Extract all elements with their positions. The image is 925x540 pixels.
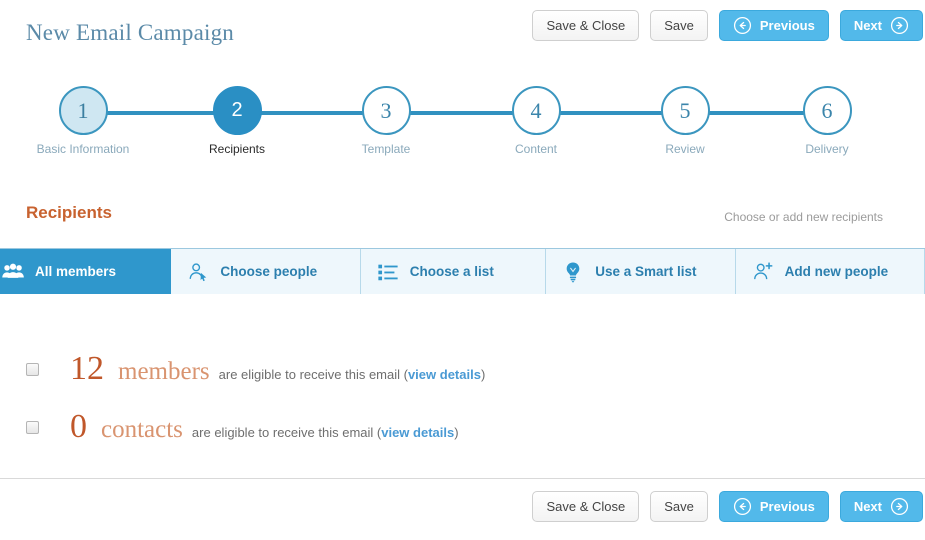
recipient-row: 0 contacts are eligible to receive this em… <box>0 398 925 456</box>
save-close-button-label: Save & Close <box>546 499 626 514</box>
arrow-right-circle-icon <box>890 16 909 35</box>
recipient-eligibility-text: are eligible to receive this email (view… <box>219 367 486 382</box>
tab-use-a-smart-list[interactable]: Use a Smart list <box>546 249 736 294</box>
tab-choose-people-label: Choose people <box>220 264 318 279</box>
arrow-left-circle-icon <box>733 16 752 35</box>
recipient-eligibility-suffix: ) <box>480 367 486 382</box>
tab-choose-people[interactable]: Choose people <box>171 249 361 294</box>
page-header: New Email Campaign Save & Close Save Previ… <box>0 0 925 62</box>
header-button-bar: Save & Close Save Previous Next <box>532 10 923 41</box>
section-title: Recipients <box>26 203 112 222</box>
recipient-kind: members <box>118 358 210 385</box>
stepper-step-2-label: Recipients <box>208 142 266 156</box>
recipient-summary-list: 12 members are eligible to receive this em… <box>0 340 925 456</box>
save-button[interactable]: Save <box>650 10 708 41</box>
tab-choose-a-list[interactable]: Choose a list <box>360 249 547 294</box>
footer-button-bar: Save & Close Save Previous Next <box>532 491 923 522</box>
stepper-step-6[interactable]: 6 Delivery <box>775 86 879 156</box>
bulleted-list-icon <box>377 261 399 283</box>
tab-add-new-people[interactable]: Add new people <box>735 249 925 294</box>
save-close-button-label: Save & Close <box>546 18 626 33</box>
tab-use-a-smart-list-label: Use a Smart list <box>595 264 697 279</box>
recipient-count: 12 <box>70 350 104 387</box>
previous-button[interactable]: Previous <box>718 491 829 522</box>
campaign-stepper: 1 Basic Information 2 Recipients 3 Template 4 C… <box>0 86 925 166</box>
stepper-step-5-label: Review <box>665 142 705 156</box>
previous-button-label: Previous <box>759 499 815 514</box>
recipient-source-tabs: All members Choose people Choose a list Use… <box>0 248 925 294</box>
stepper-step-3-label: Template <box>361 142 411 156</box>
stepper-step-6-circle: 6 <box>802 86 852 135</box>
stepper-step-4[interactable]: 4 Content <box>484 86 588 156</box>
next-button[interactable]: Next <box>839 10 923 41</box>
stepper-step-4-label: Content <box>514 142 558 156</box>
recipient-kind: contacts <box>101 416 183 443</box>
group-people-icon <box>2 261 24 283</box>
recipient-eligibility-text: are eligible to receive this email (view… <box>192 425 459 440</box>
tab-all-members-label: All members <box>35 264 117 279</box>
stepper-step-4-circle: 4 <box>511 86 561 135</box>
recipient-eligibility-suffix: ) <box>454 425 459 440</box>
previous-button-label: Previous <box>759 18 815 33</box>
view-details-link[interactable]: view details <box>408 367 481 382</box>
person-plus-icon <box>752 261 774 283</box>
section-hint: Choose or add new recipients <box>724 210 883 224</box>
stepper-step-6-label: Delivery <box>805 142 849 156</box>
arrow-left-circle-icon <box>733 497 752 516</box>
save-button-label: Save <box>664 499 694 514</box>
save-close-button[interactable]: Save & Close <box>532 10 640 41</box>
view-details-link[interactable]: view details <box>381 425 454 440</box>
recipient-count: 0 <box>70 408 87 445</box>
save-close-button[interactable]: Save & Close <box>532 491 640 522</box>
next-button[interactable]: Next <box>839 491 923 522</box>
save-button-label: Save <box>664 18 694 33</box>
stepper-step-1-circle: 1 <box>58 86 108 135</box>
recipient-row-text: 12 members are eligible to receive this em… <box>70 352 485 386</box>
recipient-row-checkbox[interactable] <box>26 420 39 434</box>
stepper-step-1[interactable]: 1 Basic Information <box>31 86 135 156</box>
person-cursor-icon <box>187 261 209 283</box>
stepper-step-5-circle: 5 <box>660 86 710 135</box>
footer-divider <box>0 478 925 479</box>
stepper-step-2[interactable]: 2 Recipients <box>185 86 289 156</box>
stepper-step-2-circle: 2 <box>212 86 262 135</box>
tab-add-new-people-label: Add new people <box>784 264 889 279</box>
next-button-label: Next <box>853 499 882 514</box>
recipient-row-checkbox[interactable] <box>26 362 39 376</box>
tab-choose-a-list-label: Choose a list <box>409 264 494 279</box>
page-title: New Email Campaign <box>26 20 234 45</box>
recipient-row-text: 0 contacts are eligible to receive this em… <box>70 410 459 444</box>
lightbulb-icon <box>562 261 584 283</box>
recipient-row: 12 members are eligible to receive this em… <box>0 340 925 398</box>
stepper-step-5[interactable]: 5 Review <box>633 86 737 156</box>
next-button-label: Next <box>853 18 882 33</box>
previous-button[interactable]: Previous <box>718 10 829 41</box>
stepper-step-3-circle: 3 <box>361 86 411 135</box>
recipient-eligibility-prefix: are eligible to receive this email ( <box>191 425 382 440</box>
arrow-right-circle-icon <box>890 497 909 516</box>
section-header: Recipients Choose or add new recipients <box>0 203 925 233</box>
save-button[interactable]: Save <box>650 491 708 522</box>
stepper-step-1-label: Basic Information <box>36 142 130 156</box>
recipient-eligibility-prefix: are eligible to receive this email ( <box>218 367 408 382</box>
tab-all-members[interactable]: All members <box>0 249 172 294</box>
stepper-step-3[interactable]: 3 Template <box>334 86 438 156</box>
